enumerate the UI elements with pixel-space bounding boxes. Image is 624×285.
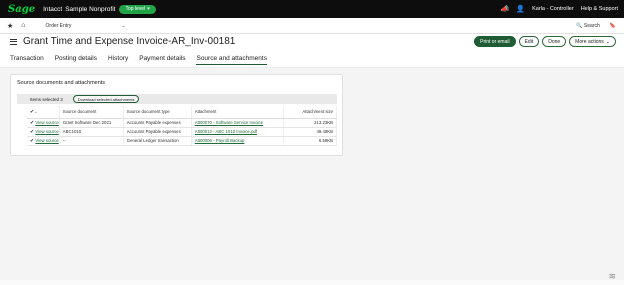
view-source-link[interactable]: View source bbox=[35, 120, 58, 125]
title-bar: Grant Time and Expense Invoice-AR_Inv-00… bbox=[0, 34, 624, 49]
more-actions-label: More actions bbox=[575, 38, 604, 45]
nav-menu-label[interactable]: Order Entry bbox=[46, 23, 72, 29]
top-bar: Sage Intacct Sample Nonprofit Top level … bbox=[0, 0, 624, 18]
sage-logo[interactable]: Sage bbox=[8, 4, 35, 15]
source-document-cell: Grant Software Dec 2021 bbox=[59, 118, 124, 128]
user-icon: 👤 bbox=[516, 5, 526, 13]
source-type-cell: Accounts Payable expenses bbox=[123, 127, 192, 137]
checkbox-icon: ✔ bbox=[30, 119, 35, 126]
attachment-size-cell: 213.23KB bbox=[283, 118, 338, 128]
header-source-document-type: Source document type bbox=[123, 106, 192, 119]
table-row: ✔ View source ABC1010 Accounts Payable e… bbox=[27, 127, 338, 137]
source-document-cell: ABC1010 bbox=[59, 127, 124, 137]
table-header-row: ✔⌄ Source document Source document type … bbox=[27, 106, 338, 119]
menu-icon[interactable] bbox=[10, 38, 17, 45]
page-title: Grant Time and Expense Invoice-AR_Inv-00… bbox=[23, 36, 236, 47]
view-source-link[interactable]: View source bbox=[35, 138, 58, 143]
source-document-cell: -- bbox=[59, 136, 124, 146]
search-icon: 🔍 bbox=[576, 23, 583, 29]
source-type-cell: Accounts Payable expenses bbox=[123, 118, 192, 128]
attachment-link[interactable]: Att00012 - ABC 1010 Invoice.pdf bbox=[195, 129, 257, 134]
announcement-icon[interactable]: 📣 bbox=[501, 6, 510, 13]
header-attachment: Attachment bbox=[191, 106, 284, 119]
chevron-down-icon: ⌄ bbox=[34, 109, 38, 114]
edit-button[interactable]: Edit bbox=[518, 36, 540, 47]
bookmark-icon[interactable]: 🔖 bbox=[610, 23, 616, 29]
attachments-table: ✔⌄ Source document Source document type … bbox=[27, 106, 338, 146]
table-row: ✔ View source -- General Ledger transact… bbox=[27, 136, 338, 146]
chevron-down-icon: ⌄ bbox=[605, 38, 610, 45]
tab-posting-details[interactable]: Posting details bbox=[55, 55, 97, 65]
checkbox-icon: ✔ bbox=[30, 137, 35, 144]
level-selector[interactable]: Top level ▾ bbox=[119, 4, 156, 14]
chevron-down-icon: ▾ bbox=[147, 6, 150, 12]
home-icon[interactable]: ⌂ bbox=[21, 22, 25, 29]
items-selected-label: Items selected 3 bbox=[30, 96, 63, 102]
assistant-icon[interactable]: ≋ bbox=[608, 271, 616, 282]
row-checkbox[interactable]: ✔ View source bbox=[27, 127, 60, 137]
row-checkbox[interactable]: ✔ View source bbox=[27, 136, 60, 146]
header-attachment-size: Attachment size bbox=[283, 106, 338, 119]
view-source-link[interactable]: View source bbox=[35, 129, 58, 134]
company-name: Sample Nonprofit bbox=[65, 5, 116, 13]
table-row: ✔ View source Grant Software Dec 2021 Ac… bbox=[27, 118, 338, 128]
section-title: Source documents and attachments bbox=[17, 80, 106, 86]
row-checkbox[interactable]: ✔ View source bbox=[27, 118, 60, 128]
attachment-link[interactable]: Att00070 - Software Service Invoice bbox=[195, 120, 263, 125]
topbar-right: 📣 👤 Karla - Controller Help & Support bbox=[501, 0, 618, 18]
tab-transaction[interactable]: Transaction bbox=[10, 55, 44, 65]
attachment-size-cell: 49.49KB bbox=[283, 127, 338, 137]
chevron-down-icon[interactable]: ⌄ bbox=[121, 23, 125, 29]
app-name: Intacct bbox=[43, 5, 63, 13]
tab-history[interactable]: History bbox=[108, 55, 128, 65]
user-menu[interactable]: Karla - Controller bbox=[532, 6, 574, 12]
selection-bar: Items selected 3 Download selected attac… bbox=[17, 94, 337, 104]
attachment-link[interactable]: Att00006 - Payroll Backup bbox=[195, 138, 245, 143]
search-label: Search bbox=[583, 23, 600, 29]
select-all-header[interactable]: ✔⌄ bbox=[27, 106, 60, 119]
level-label: Top level bbox=[125, 6, 146, 12]
tab-bar: Transaction Posting details History Paym… bbox=[10, 55, 267, 65]
done-button[interactable]: Done bbox=[542, 36, 567, 47]
checkbox-icon: ✔ bbox=[30, 128, 35, 135]
attachments-card: Source documents and attachments Items s… bbox=[10, 74, 343, 156]
star-icon[interactable]: ★ bbox=[7, 22, 13, 30]
more-actions-button[interactable]: More actions ⌄ bbox=[569, 36, 616, 47]
help-link[interactable]: Help & Support bbox=[581, 6, 618, 12]
nav-bar: ★ ⌂ Order Entry ⌄ 🔍 Search 🔖 bbox=[0, 18, 624, 34]
attachment-size-cell: 6.59KB bbox=[283, 136, 338, 146]
print-email-button[interactable]: Print or email bbox=[474, 36, 516, 47]
download-attachments-button[interactable]: Download selected attachments bbox=[72, 95, 140, 103]
source-type-cell: General Ledger transaction bbox=[123, 136, 192, 146]
header-source-document: Source document bbox=[59, 106, 124, 119]
bottom-strip bbox=[0, 280, 624, 285]
tab-payment-details[interactable]: Payment details bbox=[139, 55, 185, 65]
tab-source-attachments[interactable]: Source and attachments bbox=[196, 55, 267, 65]
action-buttons: Print or email Edit Done More actions ⌄ bbox=[474, 36, 616, 47]
search-button[interactable]: 🔍 Search bbox=[576, 23, 599, 29]
